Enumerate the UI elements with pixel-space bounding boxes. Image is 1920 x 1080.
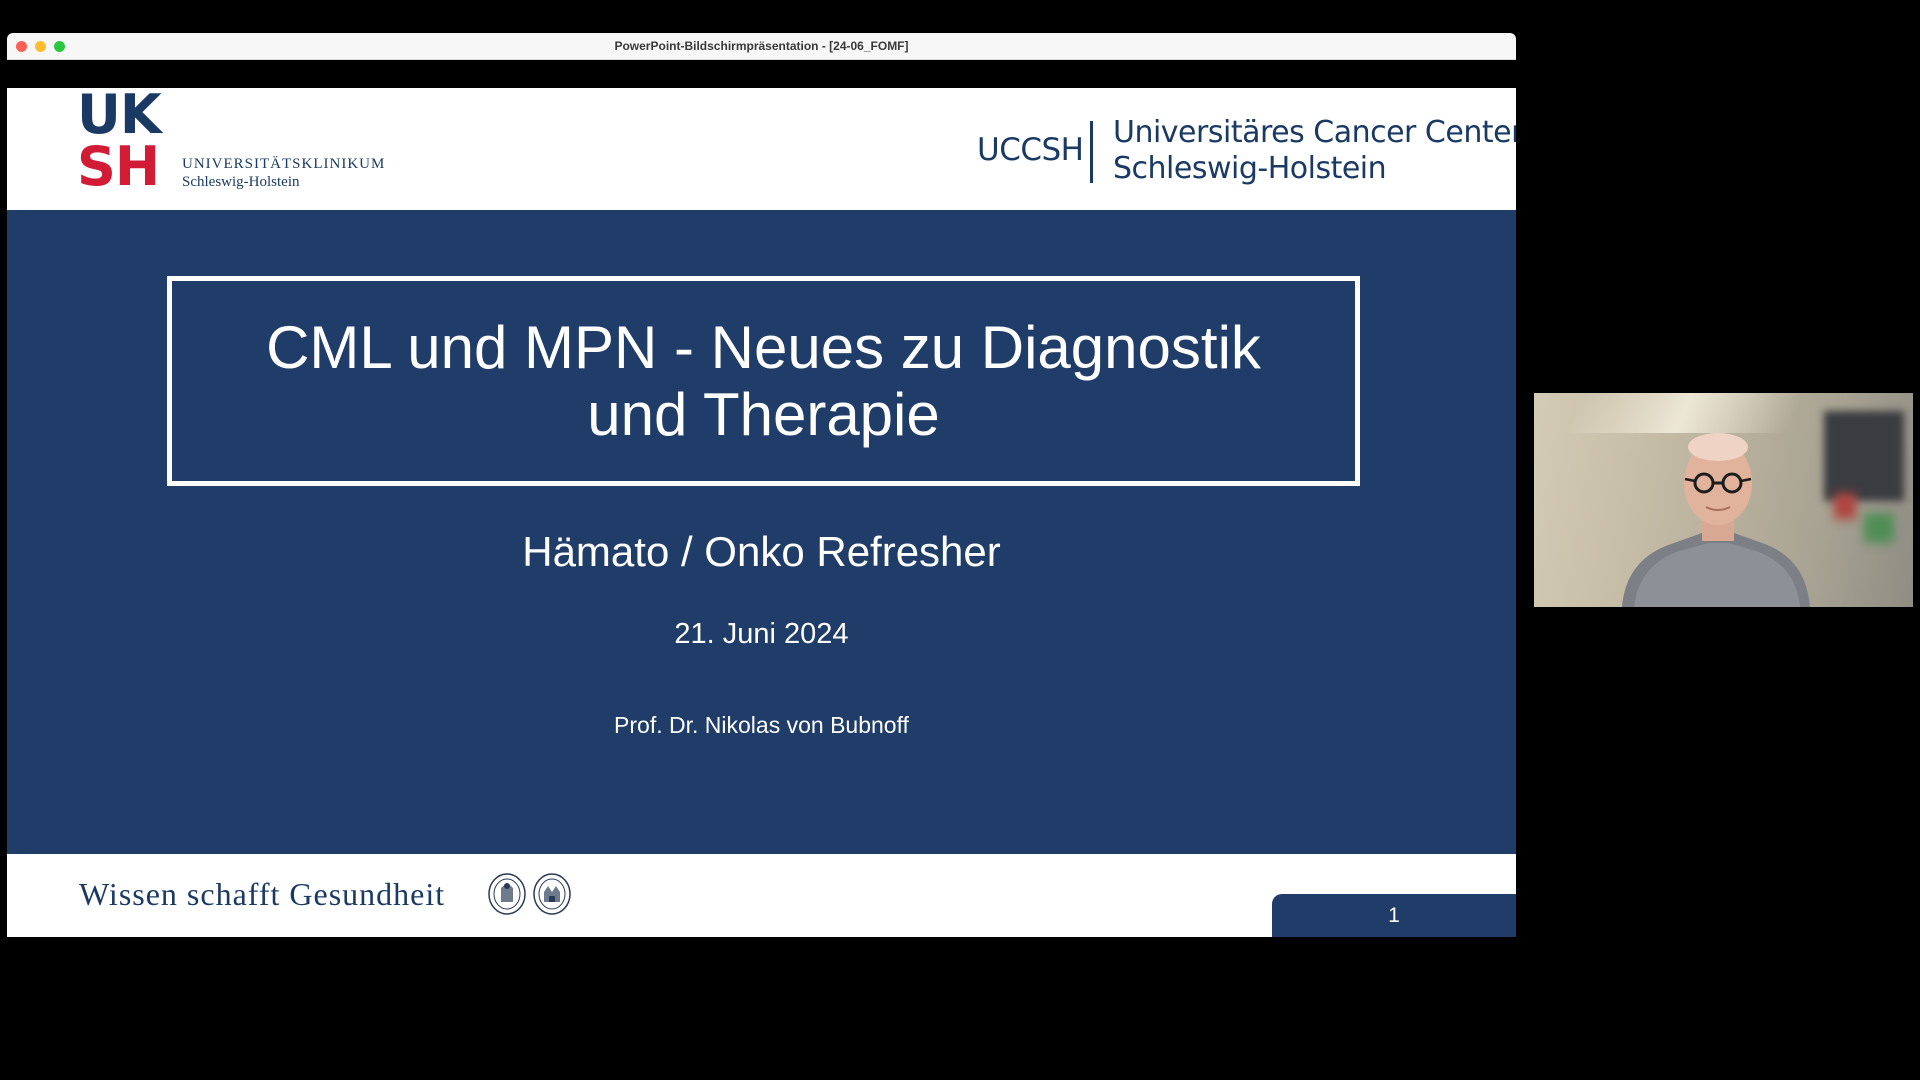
window-titlebar[interactable]: PowerPoint-Bildschirmpräsentation - [24-…	[7, 33, 1516, 60]
slide[interactable]: UK SH UNIVERSITÄTSKLINIKUM Schleswig-Hol…	[7, 88, 1516, 937]
uccsh-divider	[1090, 121, 1093, 183]
uksh-logo-line1: UK	[77, 88, 162, 146]
uccsh-name-line2: Schleswig-Holstein	[1113, 151, 1387, 186]
uksh-location: Schleswig-Holstein	[182, 174, 300, 190]
window-title: PowerPoint-Bildschirmpräsentation - [24-…	[614, 39, 909, 53]
university-seal-icon	[488, 873, 526, 915]
slide-footer: Wissen schafft Gesundheit 1	[7, 854, 1516, 937]
presenter-webcam[interactable]	[1534, 393, 1913, 607]
presenter-figure	[1622, 433, 1810, 607]
slide-header: UK SH UNIVERSITÄTSKLINIKUM Schleswig-Hol…	[7, 88, 1516, 210]
slide-title-line2: und Therapie	[587, 381, 940, 448]
slide-title: CML und MPN - Neues zu Diagnostik und Th…	[266, 314, 1261, 448]
uccsh-name-line1: Universitäres Cancer Center	[1113, 115, 1516, 150]
slide-date: 21. Juni 2024	[674, 618, 849, 650]
uksh-logo-line2: SH	[77, 135, 160, 198]
title-box: CML und MPN - Neues zu Diagnostik und Th…	[167, 276, 1360, 486]
footer-slogan: Wissen schafft Gesundheit	[79, 876, 446, 912]
slide-title-line1: CML und MPN - Neues zu Diagnostik	[266, 314, 1261, 381]
uccsh-abbreviation: UCCSH	[977, 132, 1084, 168]
slide-body: CML und MPN - Neues zu Diagnostik und Th…	[7, 210, 1516, 854]
slide-number-box: 1	[1272, 894, 1516, 937]
university-seal-icon	[533, 873, 571, 915]
uksh-name: UNIVERSITÄTSKLINIKUM	[182, 156, 386, 172]
presentation-window: PowerPoint-Bildschirmpräsentation - [24-…	[7, 33, 1516, 966]
uksh-logo: UK SH	[77, 88, 177, 200]
slide-number: 1	[1388, 904, 1400, 927]
slide-subtitle: Hämato / Onko Refresher	[522, 528, 1001, 575]
slide-author: Prof. Dr. Nikolas von Bubnoff	[614, 712, 909, 738]
